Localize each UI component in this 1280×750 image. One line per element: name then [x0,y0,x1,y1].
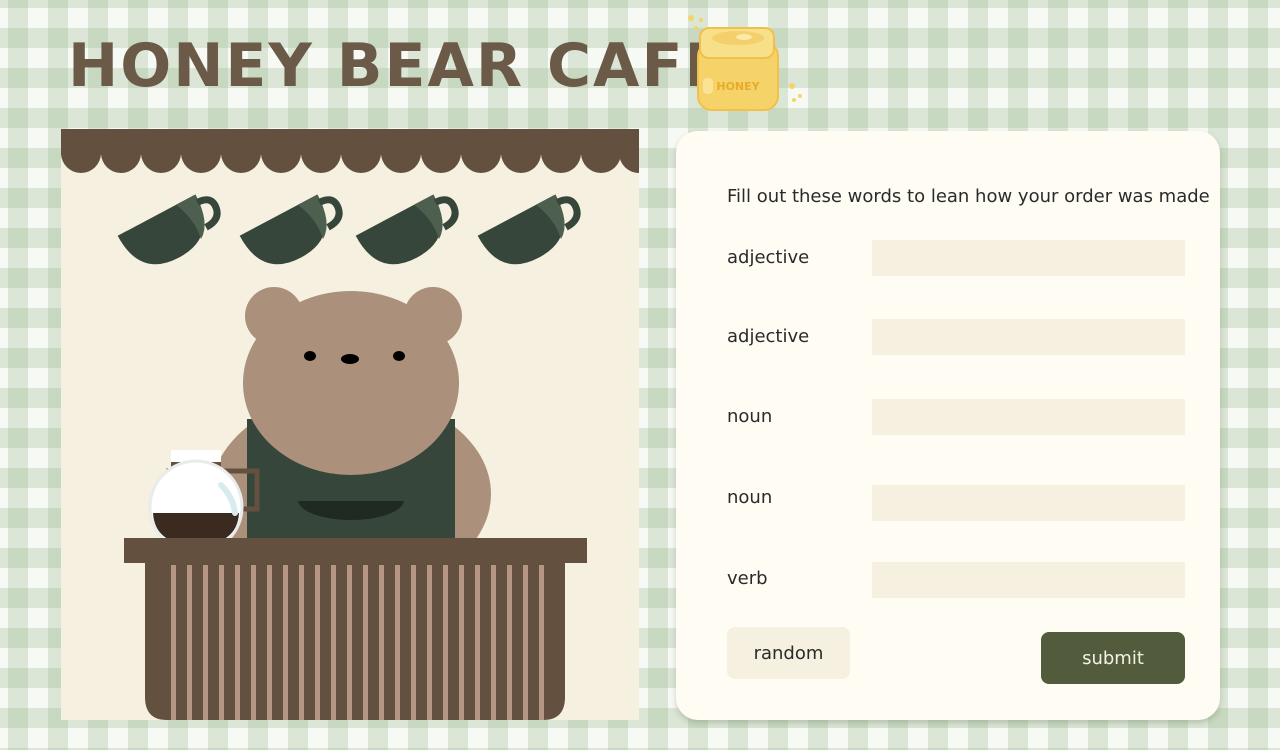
form-instructions: Fill out these words to lean how your or… [727,186,1210,207]
page-title: HONEY BEAR CAFE [68,31,728,101]
coffee-cup-icon [117,194,221,265]
random-button[interactable]: random [727,627,850,679]
adjective-input-1[interactable] [872,240,1185,276]
cafe-scene [61,129,639,720]
field-label-adjective-2: adjective [727,326,810,347]
noun-input-2[interactable] [872,485,1185,521]
field-label-adjective-1: adjective [727,247,810,268]
field-label-noun-1: noun [727,406,773,427]
jar-label: HONEY [716,80,760,93]
noun-input-1[interactable] [872,399,1185,435]
field-label-noun-2: noun [727,487,773,508]
order-form-card: Fill out these words to lean how your or… [676,131,1220,720]
coffee-cup-icon [239,194,343,265]
verb-input[interactable] [872,562,1185,598]
counter-icon [124,538,587,720]
honey-jar-icon: HONEY [682,8,812,118]
coffee-cup-icon [355,194,459,265]
coffee-cup-icon [477,194,581,265]
adjective-input-2[interactable] [872,319,1185,355]
field-label-verb: verb [727,568,768,589]
submit-button[interactable]: submit [1041,632,1185,684]
awning [61,129,639,173]
